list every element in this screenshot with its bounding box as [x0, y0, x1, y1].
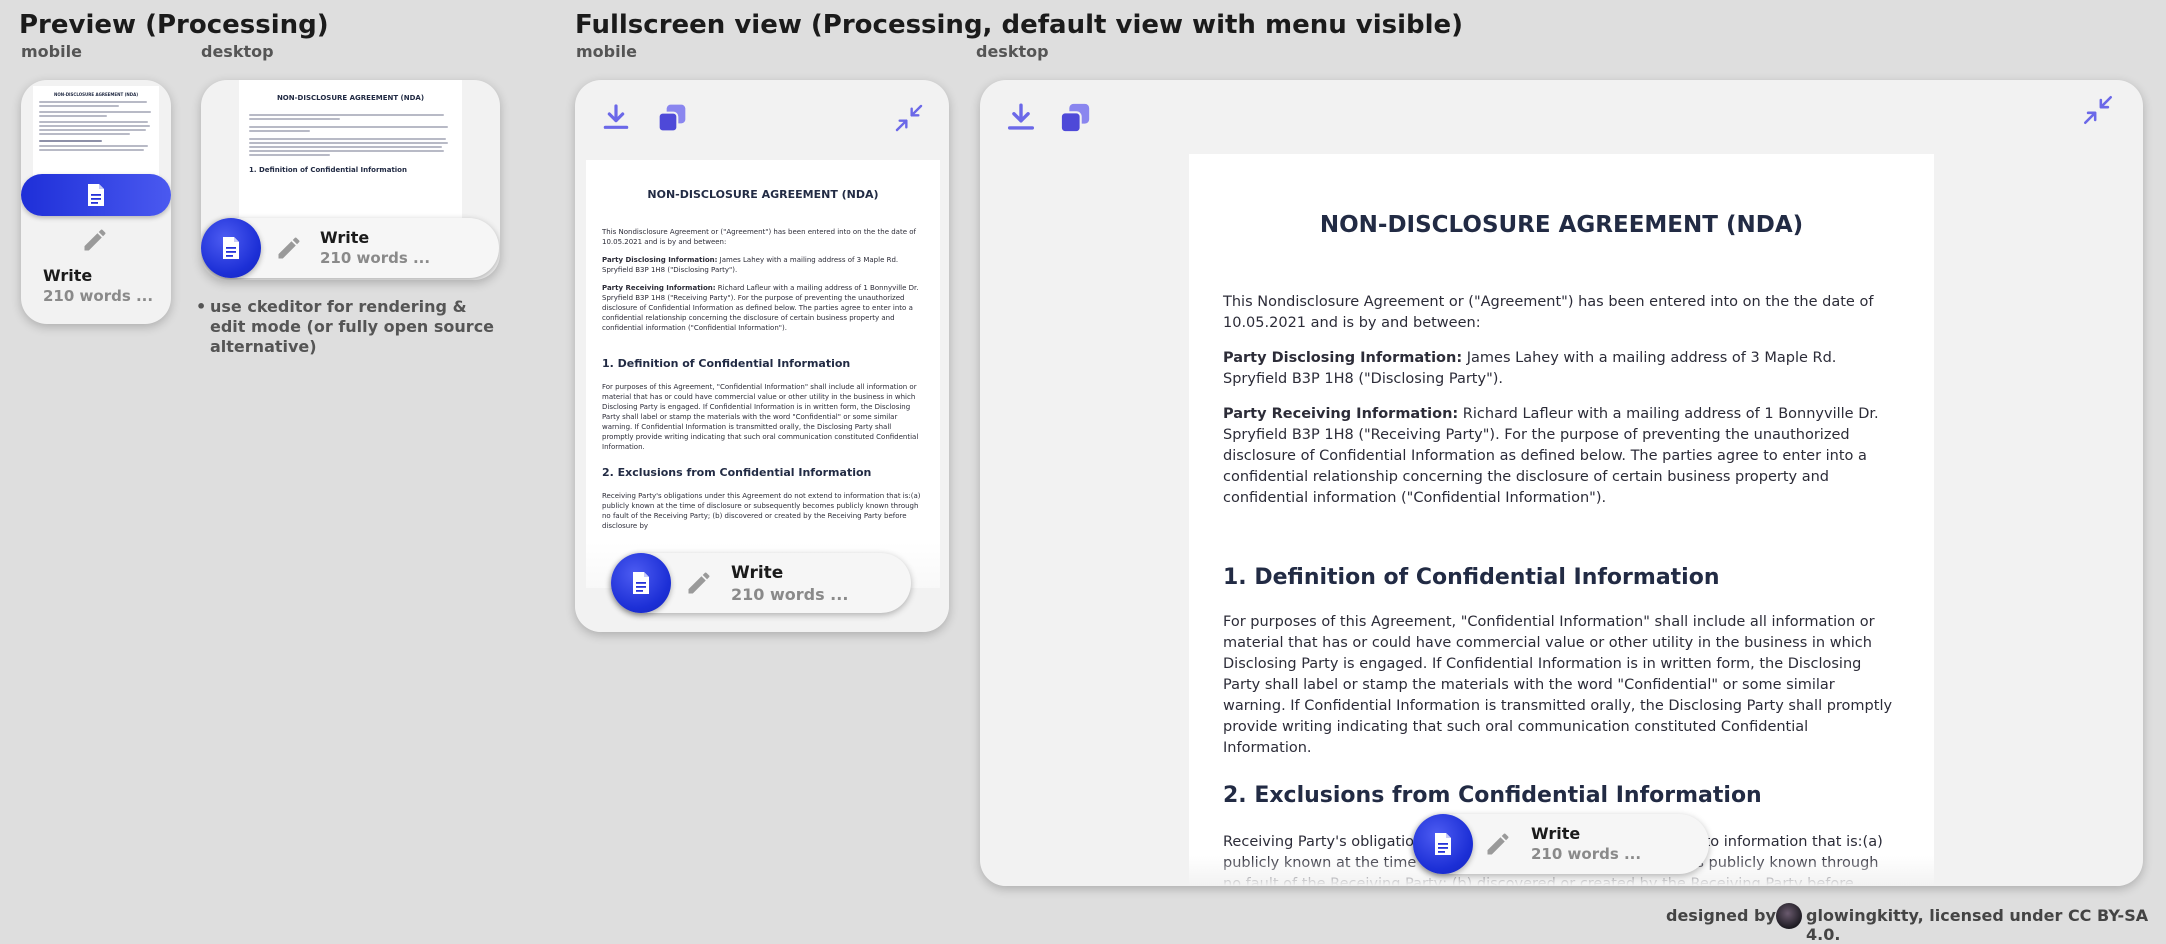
preview-desktop-card[interactable]: NON-DISCLOSURE AGREEMENT (NDA) 1. Defini…	[201, 80, 500, 280]
download-icon[interactable]	[600, 102, 632, 134]
note-text: use ckeditor for rendering & edit mode (…	[210, 297, 495, 356]
document-party-disclosing: Party Disclosing Information: James Lahe…	[1223, 350, 1837, 387]
document-title: NON-DISCLOSURE AGREEMENT (NDA)	[276, 94, 425, 102]
copy-icon[interactable]	[656, 102, 688, 134]
preview-desktop-section1-heading: 1. Definition of Confidential Informatio…	[249, 166, 407, 174]
fullscreen-mobile-card: NON-DISCLOSURE AGREEMENT (NDA) This Nond…	[575, 80, 949, 632]
fullscreen-desktop-document: NON-DISCLOSURE AGREEMENT (NDA) This Nond…	[1189, 154, 1934, 886]
document-section1-text: For purposes of this Agreement, "Confide…	[1223, 614, 1893, 756]
preview-mobile-label: mobile	[21, 42, 82, 61]
document-title: NON-DISCLOSURE AGREEMENT (NDA)	[53, 92, 139, 97]
document-title: NON-DISCLOSURE AGREEMENT (NDA)	[647, 188, 879, 201]
document-icon	[633, 572, 649, 594]
document-section1-heading: 1. Definition of Confidential Informatio…	[602, 357, 851, 370]
preview-mobile-card[interactable]: NON-DISCLOSURE AGREEMENT (NDA) Write 210…	[21, 80, 171, 324]
fullscreen-desktop-label: desktop	[976, 42, 1049, 61]
document-icon	[223, 237, 239, 259]
fullscreen-mobile-label: mobile	[576, 42, 637, 61]
preview-desktop-document: NON-DISCLOSURE AGREEMENT (NDA) 1. Defini…	[239, 80, 462, 220]
document-section2-heading: 2. Exclusions from Confidential Informat…	[602, 466, 872, 479]
document-party-receiving: Party Receiving Information: Richard Laf…	[602, 284, 919, 332]
pencil-icon[interactable]	[81, 226, 109, 254]
document-intro: This Nondisclosure Agreement or ("Agreem…	[602, 228, 916, 246]
footer-designed-by: designed by	[1666, 906, 1776, 925]
processing-document-button[interactable]	[201, 218, 261, 278]
footer-license: glowingkitty, licensed under CC BY-SA 4.…	[1806, 906, 2149, 944]
pencil-icon[interactable]	[275, 234, 303, 262]
fullscreen-desktop-pill-subtitle: 210 words ...	[1531, 845, 1642, 863]
document-section2-text: Receiving Party's obligations under this…	[602, 492, 921, 530]
preview-desktop-pill-title: Write	[320, 228, 370, 247]
processing-document-button[interactable]	[611, 553, 671, 613]
implementation-note: • use ckeditor for rendering & edit mode…	[196, 297, 496, 357]
preview-mobile-pill-title: Write	[43, 266, 93, 285]
document-section2-heading: 2. Exclusions from Confidential Informat…	[1223, 783, 1762, 808]
minimize-icon[interactable]	[2081, 93, 2115, 127]
document-section1-heading: 1. Definition of Confidential Informatio…	[1223, 565, 1720, 590]
document-icon	[88, 184, 104, 206]
document-party-receiving: Party Receiving Information: Richard Laf…	[1223, 406, 1879, 506]
document-section1-text: For purposes of this Agreement, "Confide…	[602, 383, 919, 451]
fullscreen-section-title: Fullscreen view (Processing, default vie…	[575, 10, 1464, 40]
pencil-icon[interactable]	[1484, 830, 1512, 858]
copy-icon[interactable]	[1058, 101, 1092, 135]
processing-document-button[interactable]	[1413, 814, 1473, 874]
download-icon[interactable]	[1004, 101, 1038, 135]
preview-desktop-pill-subtitle: 210 words ...	[320, 249, 431, 267]
document-intro: This Nondisclosure Agreement or ("Agreem…	[1223, 294, 1874, 331]
document-party-disclosing: Party Disclosing Information: James Lahe…	[602, 256, 899, 274]
preview-section-title: Preview (Processing)	[19, 10, 329, 40]
fullscreen-desktop-card: NON-DISCLOSURE AGREEMENT (NDA) This Nond…	[980, 80, 2143, 886]
fullscreen-mobile-document: NON-DISCLOSURE AGREEMENT (NDA) This Nond…	[586, 160, 940, 588]
fullscreen-mobile-pill-subtitle: 210 words ...	[731, 585, 849, 604]
fullscreen-desktop-pill-title: Write	[1531, 824, 1581, 843]
bullet-dot: •	[196, 297, 207, 316]
pencil-icon[interactable]	[685, 569, 713, 597]
minimize-icon[interactable]	[893, 102, 925, 134]
document-icon	[1435, 833, 1451, 855]
preview-mobile-processing-bar[interactable]	[21, 174, 171, 216]
preview-desktop-label: desktop	[201, 42, 274, 61]
document-title: NON-DISCLOSURE AGREEMENT (NDA)	[1319, 212, 1804, 238]
preview-mobile-pill-subtitle: 210 words ...	[43, 287, 154, 305]
fullscreen-mobile-pill-title: Write	[731, 563, 784, 583]
avatar	[1776, 903, 1802, 929]
